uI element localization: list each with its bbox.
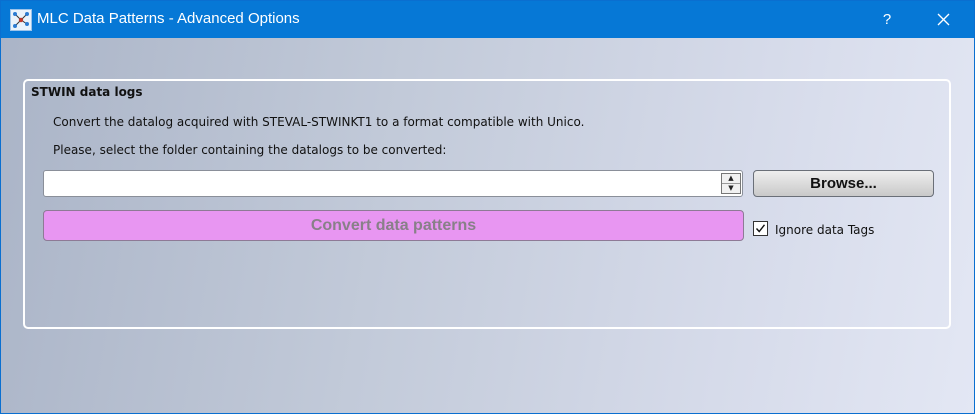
folder-path-input[interactable] xyxy=(43,170,743,197)
close-icon xyxy=(937,13,950,26)
spin-up-icon[interactable]: ▲ xyxy=(722,174,740,184)
title-bar[interactable]: MLC Data Patterns - Advanced Options ? xyxy=(1,1,974,38)
stwin-datalogs-group: STWIN data logs Convert the datalog acqu… xyxy=(23,79,951,329)
checkmark-icon xyxy=(755,224,766,233)
description-text: Convert the datalog acquired with STEVAL… xyxy=(53,115,585,129)
group-title: STWIN data logs xyxy=(31,85,143,99)
network-icon xyxy=(10,9,32,31)
window-title: MLC Data Patterns - Advanced Options xyxy=(37,10,300,27)
convert-data-patterns-button[interactable]: Convert data patterns xyxy=(43,210,744,241)
ignore-tags-label[interactable]: Ignore data Tags xyxy=(775,223,874,237)
ignore-tags-checkbox[interactable] xyxy=(753,221,768,236)
browse-button[interactable]: Browse... xyxy=(753,170,934,197)
dialog-window: MLC Data Patterns - Advanced Options ? S… xyxy=(0,0,975,414)
help-button[interactable]: ? xyxy=(867,1,907,38)
instruction-text: Please, select the folder containing the… xyxy=(53,143,447,157)
spin-down-icon[interactable]: ▼ xyxy=(722,184,740,193)
close-button[interactable] xyxy=(921,1,967,38)
path-spinner[interactable]: ▲ ▼ xyxy=(721,173,741,194)
